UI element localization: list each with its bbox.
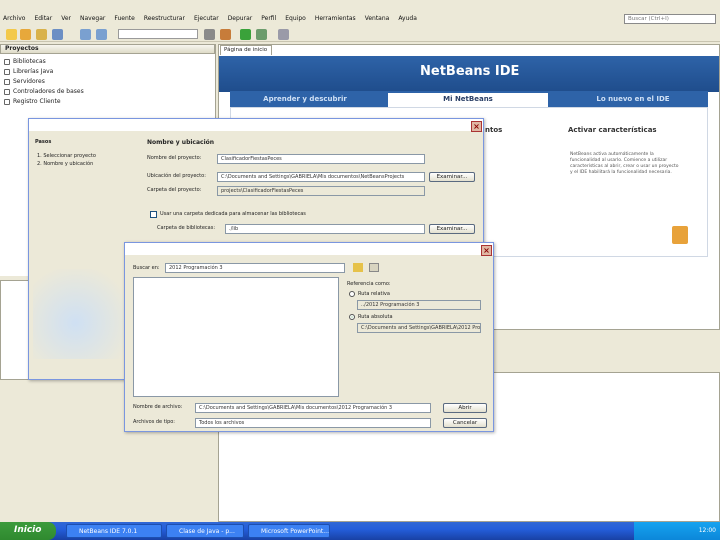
browse-location-button[interactable]: Examinar... — [429, 172, 475, 182]
file-type-combo[interactable]: Todos los archivos — [195, 418, 431, 428]
menu-perfil[interactable]: Perfil — [261, 15, 276, 22]
tree-item-bibliotecas[interactable]: Bibliotecas — [4, 58, 46, 65]
menu-herramientas[interactable]: Herramientas — [315, 15, 356, 22]
toolbar — [0, 26, 720, 42]
expand-icon[interactable] — [4, 68, 10, 75]
step-1: 1. Seleccionar proyecto — [37, 153, 96, 159]
browse-libraries-button[interactable]: Examinar... — [429, 224, 475, 234]
run-icon[interactable] — [240, 29, 251, 40]
menu-bar: Archivo Editar Ver Navegar Fuente Reestr… — [0, 12, 720, 24]
system-tray: 12:00 — [634, 522, 720, 540]
redo-icon[interactable] — [96, 29, 107, 40]
java-logo-icon — [672, 226, 688, 244]
activar-caracteristicas-text: NetBeans activa automáticamente la funci… — [570, 152, 679, 175]
menu-depurar[interactable]: Depurar — [228, 15, 253, 22]
relative-path-label: Ruta relativa — [358, 291, 390, 297]
tab-start-page[interactable]: Página de inicio — [220, 45, 272, 55]
debug-icon[interactable] — [256, 29, 267, 40]
clock: 12:00 — [698, 527, 716, 534]
save-all-icon[interactable] — [52, 29, 63, 40]
configuration-combo[interactable] — [118, 29, 198, 39]
relative-path-radio[interactable] — [349, 291, 355, 297]
project-location-field[interactable]: C:\Documents and Settings\GABRIELA\Mis d… — [217, 172, 425, 182]
file-name-label: Nombre de archivo: — [133, 404, 183, 410]
look-in-label: Buscar en: — [133, 265, 160, 271]
project-name-field[interactable]: ClasificadorFiestasPeces — [217, 154, 425, 164]
section-title-partial: ntos — [485, 126, 503, 134]
steps-title: Pasos — [35, 139, 52, 145]
menu-ayuda[interactable]: Ayuda — [398, 15, 417, 22]
profile-icon[interactable] — [278, 29, 289, 40]
step-2: 2. Nombre y ubicación — [37, 161, 94, 167]
project-folder-field: projects\ClasificadorFiestasPeces — [217, 186, 425, 196]
absolute-path-radio[interactable] — [349, 314, 355, 320]
close-icon[interactable]: × — [471, 121, 482, 132]
section-title: Nombre y ubicación — [147, 139, 215, 146]
file-chooser-dialog: × Buscar en: 2012 Programación 3 Referen… — [124, 242, 494, 432]
menu-editar[interactable]: Editar — [34, 15, 52, 22]
build-icon[interactable] — [204, 29, 215, 40]
project-name-label: Nombre del proyecto: — [147, 155, 202, 161]
undo-icon[interactable] — [80, 29, 91, 40]
clean-build-icon[interactable] — [220, 29, 231, 40]
close-icon[interactable]: × — [481, 245, 492, 256]
tree-item-registro[interactable]: Registro Cliente — [4, 98, 61, 105]
open-project-icon[interactable] — [36, 29, 47, 40]
activar-caracteristicas-title: Activar características — [568, 126, 657, 134]
menu-equipo[interactable]: Equipo — [285, 15, 306, 22]
relative-path-field: ../2012 Programación 3 — [357, 300, 481, 310]
menu-ventana[interactable]: Ventana — [365, 15, 390, 22]
navigator-panel — [0, 280, 30, 380]
task-netbeans[interactable]: NetBeans IDE 7.0.1 — [66, 524, 162, 538]
menu-fuente[interactable]: Fuente — [114, 15, 134, 22]
tab-lo-nuevo[interactable]: Lo nuevo en el IDE — [568, 93, 698, 107]
new-file-icon[interactable] — [6, 29, 17, 40]
project-location-label: Ubicación del proyecto: — [147, 173, 206, 179]
dedicated-folder-checkbox[interactable] — [150, 211, 157, 218]
task-powerpoint[interactable]: Microsoft PowerPoint... — [248, 524, 330, 538]
up-folder-icon[interactable] — [353, 263, 363, 272]
menu-ejecutar[interactable]: Ejecutar — [194, 15, 219, 22]
menu-navegar[interactable]: Navegar — [80, 15, 105, 22]
tree-item-servidores[interactable]: Servidores — [4, 78, 45, 85]
tab-mi-netbeans[interactable]: Mi NetBeans — [388, 93, 548, 107]
project-folder-label: Carpeta del proyecto: — [147, 187, 202, 193]
tree-item-librerias[interactable]: Librerías Java — [4, 68, 53, 75]
expand-icon[interactable] — [4, 88, 10, 95]
reference-as-label: Referencia como: — [347, 281, 391, 287]
menu-archivo[interactable]: Archivo — [3, 15, 25, 22]
tab-aprender[interactable]: Aprender y descubrir — [240, 93, 370, 107]
task-clase-java[interactable]: Clase de Java - p... — [166, 524, 244, 538]
netbeans-logo: NetBeans IDE — [420, 64, 520, 79]
window-titlebar — [0, 0, 720, 12]
look-in-combo[interactable]: 2012 Programación 3 — [165, 263, 345, 273]
new-project-icon[interactable] — [20, 29, 31, 40]
libraries-field[interactable]: ./lib — [225, 224, 425, 234]
dialog-titlebar — [29, 119, 483, 131]
absolute-path-field: C:\Documents and Settings\GABRIELA\2012 … — [357, 323, 481, 333]
menu-reestructurar[interactable]: Reestructurar — [144, 15, 185, 22]
expand-icon[interactable] — [4, 98, 10, 105]
file-type-label: Archivos de tipo: — [133, 419, 175, 425]
open-button[interactable]: Abrir — [443, 403, 487, 413]
expand-icon[interactable] — [4, 58, 10, 65]
cancel-button[interactable]: Cancelar — [443, 418, 487, 428]
absolute-path-label: Ruta absoluta — [358, 314, 393, 320]
menu-ver[interactable]: Ver — [61, 15, 71, 22]
new-folder-icon[interactable] — [369, 263, 379, 272]
dialog-titlebar — [125, 243, 493, 255]
dedicated-folder-label: Usar una carpeta dedicada para almacenar… — [160, 211, 306, 217]
projects-panel-title: Proyectos — [0, 44, 215, 54]
expand-icon[interactable] — [4, 78, 10, 85]
file-list[interactable] — [133, 277, 339, 397]
start-button[interactable]: Inicio — [0, 522, 56, 540]
file-name-field[interactable]: C:\Documents and Settings\GABRIELA\Mis d… — [195, 403, 431, 413]
search-input[interactable]: Buscar (Ctrl+I) — [624, 14, 716, 24]
tree-item-controladores[interactable]: Controladores de bases — [4, 88, 84, 95]
libraries-label: Carpeta de bibliotecas: — [157, 225, 216, 231]
